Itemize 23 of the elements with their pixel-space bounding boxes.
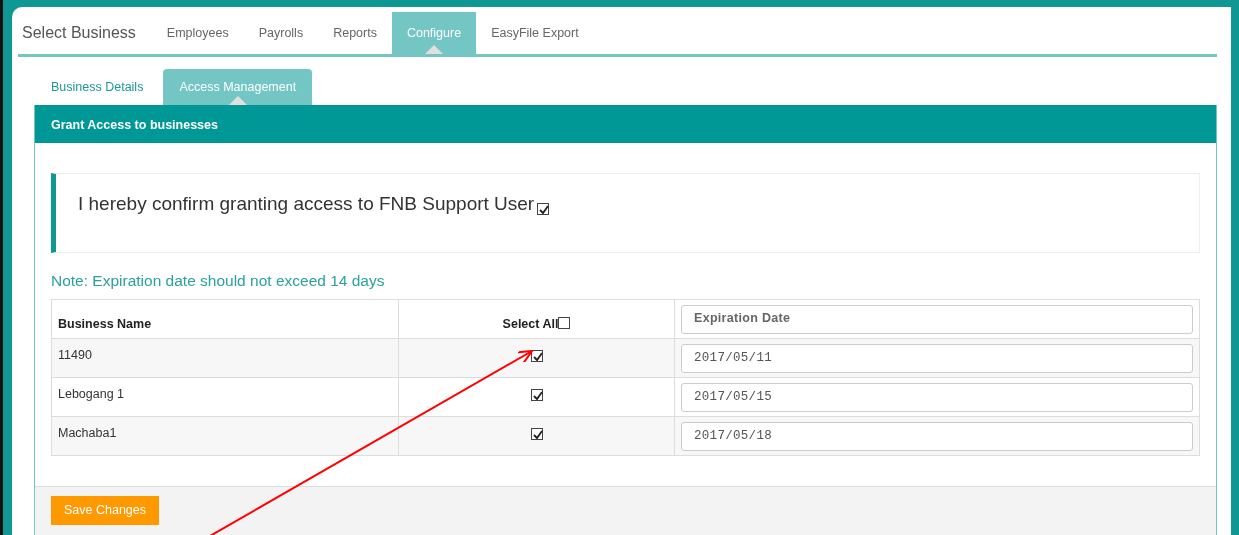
business-name: 11490 — [58, 348, 92, 363]
checkbox[interactable] — [530, 349, 543, 362]
column-header: Business Name — [58, 316, 152, 331]
date-field[interactable]: 2017/05/18 — [681, 421, 1193, 451]
page-title: Select Business — [21, 23, 137, 43]
confirmation-text: I hereby confirm granting access to FNB Support User — [78, 192, 535, 216]
checkbox[interactable] — [530, 388, 543, 401]
column-header: Select All — [502, 316, 559, 331]
checkbox[interactable] — [558, 316, 571, 329]
nav-tab[interactable]: EasyFile Export — [476, 12, 594, 54]
expiration-filter-field[interactable]: Expiration Date — [681, 304, 1193, 334]
date-field[interactable]: 2017/05/15 — [681, 382, 1193, 412]
nav-tab[interactable]: Payrolls — [243, 12, 319, 54]
business-name: Machaba1 — [58, 426, 117, 441]
date-field[interactable]: 2017/05/11 — [681, 343, 1193, 373]
nav-tab[interactable]: Employees — [151, 12, 244, 54]
checkbox[interactable] — [537, 203, 550, 215]
nav-tab[interactable]: Reports — [318, 12, 392, 54]
panel-header: Grant Access to businesses — [35, 105, 1216, 143]
note-text: Note: Expiration date should not exceed 14 days — [51, 271, 386, 291]
sub-tab[interactable]: Business Details — [35, 69, 160, 105]
business-name: Lebogang 1 — [58, 387, 125, 402]
checkbox[interactable] — [530, 427, 543, 440]
